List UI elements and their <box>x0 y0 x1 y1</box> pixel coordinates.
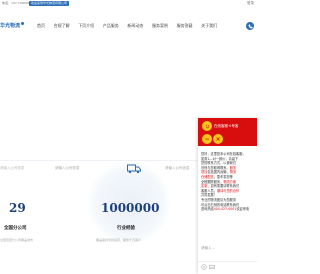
logo[interactable]: 华光物流 <box>0 22 25 29</box>
chat-message-text: 期待与您的合作 <box>216 188 240 193</box>
nav-item-faq[interactable]: 服务答疑 <box>177 23 193 29</box>
top-bar: 电话：137-7000000 欢迎来到华光物流有限公司 登录 <box>0 0 257 8</box>
chat-message-text: 欢迎来电 <box>236 207 250 212</box>
chat-message-text: 您好，这里是本公司在线客服， <box>201 152 246 156</box>
phone-icon[interactable] <box>246 22 254 30</box>
chat-title: 在线客服·0号客 <box>214 124 239 128</box>
chat-toolbar <box>201 264 217 270</box>
nav-item-products[interactable]: 产品服务 <box>103 23 119 29</box>
stat-top-label: 请输入公司信息 <box>55 166 80 170</box>
stat-value: 29 <box>9 201 26 215</box>
chat-message-text: 包括国内运输， <box>207 170 230 175</box>
smile-icon <box>205 124 209 128</box>
chat-message-text: 专业的物流团队为您服务 <box>201 197 237 202</box>
chat-message-text: 定制， <box>201 184 211 189</box>
chat-message-text: 您的联系方式，以便我们 <box>201 161 237 166</box>
close-icon <box>216 137 220 141</box>
nav-item-home[interactable]: 首页 <box>37 23 45 29</box>
stat-top-label: 请输入公司信息 <box>0 166 25 170</box>
chat-message-text: 如需1—对一报价，请留下 <box>201 156 239 161</box>
nav-item-cases[interactable]: 服务案例 <box>152 23 168 29</box>
chat-input[interactable]: 请输入... <box>201 246 215 251</box>
logo-text: 华光物流 <box>0 23 21 29</box>
minimize-icon <box>205 138 209 140</box>
chat-message-text: 400-027-0001 <box>213 207 237 212</box>
login-link[interactable]: 登录 <box>247 1 254 6</box>
chat-divider <box>198 261 257 262</box>
chat-message-text: ，整车零担等 <box>213 174 233 179</box>
stat-label: 全国分公司 <box>4 226 27 231</box>
stat-value: 1000000 <box>101 201 160 215</box>
chat-widget: 在线客服·0号客 您好，这里是本公司在线客服， 如需1—对一报价，请留下 您的联系方… <box>198 118 257 274</box>
main-nav: 首页 合规了解 下页介绍 产品服务 新闻动态 服务案例 服务答疑 关于我们 <box>37 23 226 29</box>
top-welcome-tag[interactable]: 欢迎来到华光物流有限公司 <box>29 1 70 6</box>
chat-minimize-button[interactable] <box>202 134 212 144</box>
chat-header: 在线客服·0号客 <box>198 118 257 146</box>
chat-close-button[interactable] <box>213 134 223 144</box>
nav-item-news[interactable]: 新闻动态 <box>127 23 143 29</box>
chat-message-text: 咨询热线 <box>201 207 214 212</box>
stat-top-label: 请输入公司信息 <box>165 166 190 170</box>
chat-message-line: 咨询热线400-027-0001欢迎来电 <box>201 207 256 212</box>
stat-desc: 全国范围分公司覆盖城市 <box>0 238 34 242</box>
header: 华光物流 首页 合规了解 下页介绍 产品服务 新闻动态 服务案例 服务答疑 关于… <box>0 8 257 38</box>
chat-message-list: 您好，这里是本公司在线客服， 如需1—对一报价，请留下 您的联系方式，以便我们 尽快与… <box>201 152 256 212</box>
chat-message-text: 可点击右侧的电话联系我们 <box>201 202 240 207</box>
nav-item-compliance[interactable]: 合规了解 <box>54 23 70 29</box>
nav-item-about[interactable]: 关于我们 <box>201 23 217 29</box>
top-phone-text: 电话：137-7000000 <box>2 1 32 5</box>
stat-label: 行业经验 <box>117 226 135 231</box>
image-icon[interactable] <box>209 264 215 270</box>
chat-message-text: 共同发展！ <box>201 193 217 198</box>
logo-mark-icon <box>21 22 25 25</box>
stat-desc: 覆盖路线专线运营，服务千万客户 <box>96 238 142 242</box>
chat-message-text: 仓储配送 <box>201 174 214 179</box>
emoji-icon[interactable] <box>201 264 207 270</box>
nav-item-intro[interactable]: 下页介绍 <box>78 23 94 29</box>
chat-message-text: 全程跟踪服务， <box>201 179 224 184</box>
page: 电话：137-7000000 欢迎来到华光物流有限公司 登录 华光物流 首页 合… <box>0 0 257 274</box>
chat-message-text: 如有需要请联系我们 <box>210 184 240 189</box>
chat-message-text: 物流方案 <box>223 179 237 184</box>
chat-avatar <box>202 121 212 131</box>
chat-message-text: 物流 <box>229 170 237 175</box>
